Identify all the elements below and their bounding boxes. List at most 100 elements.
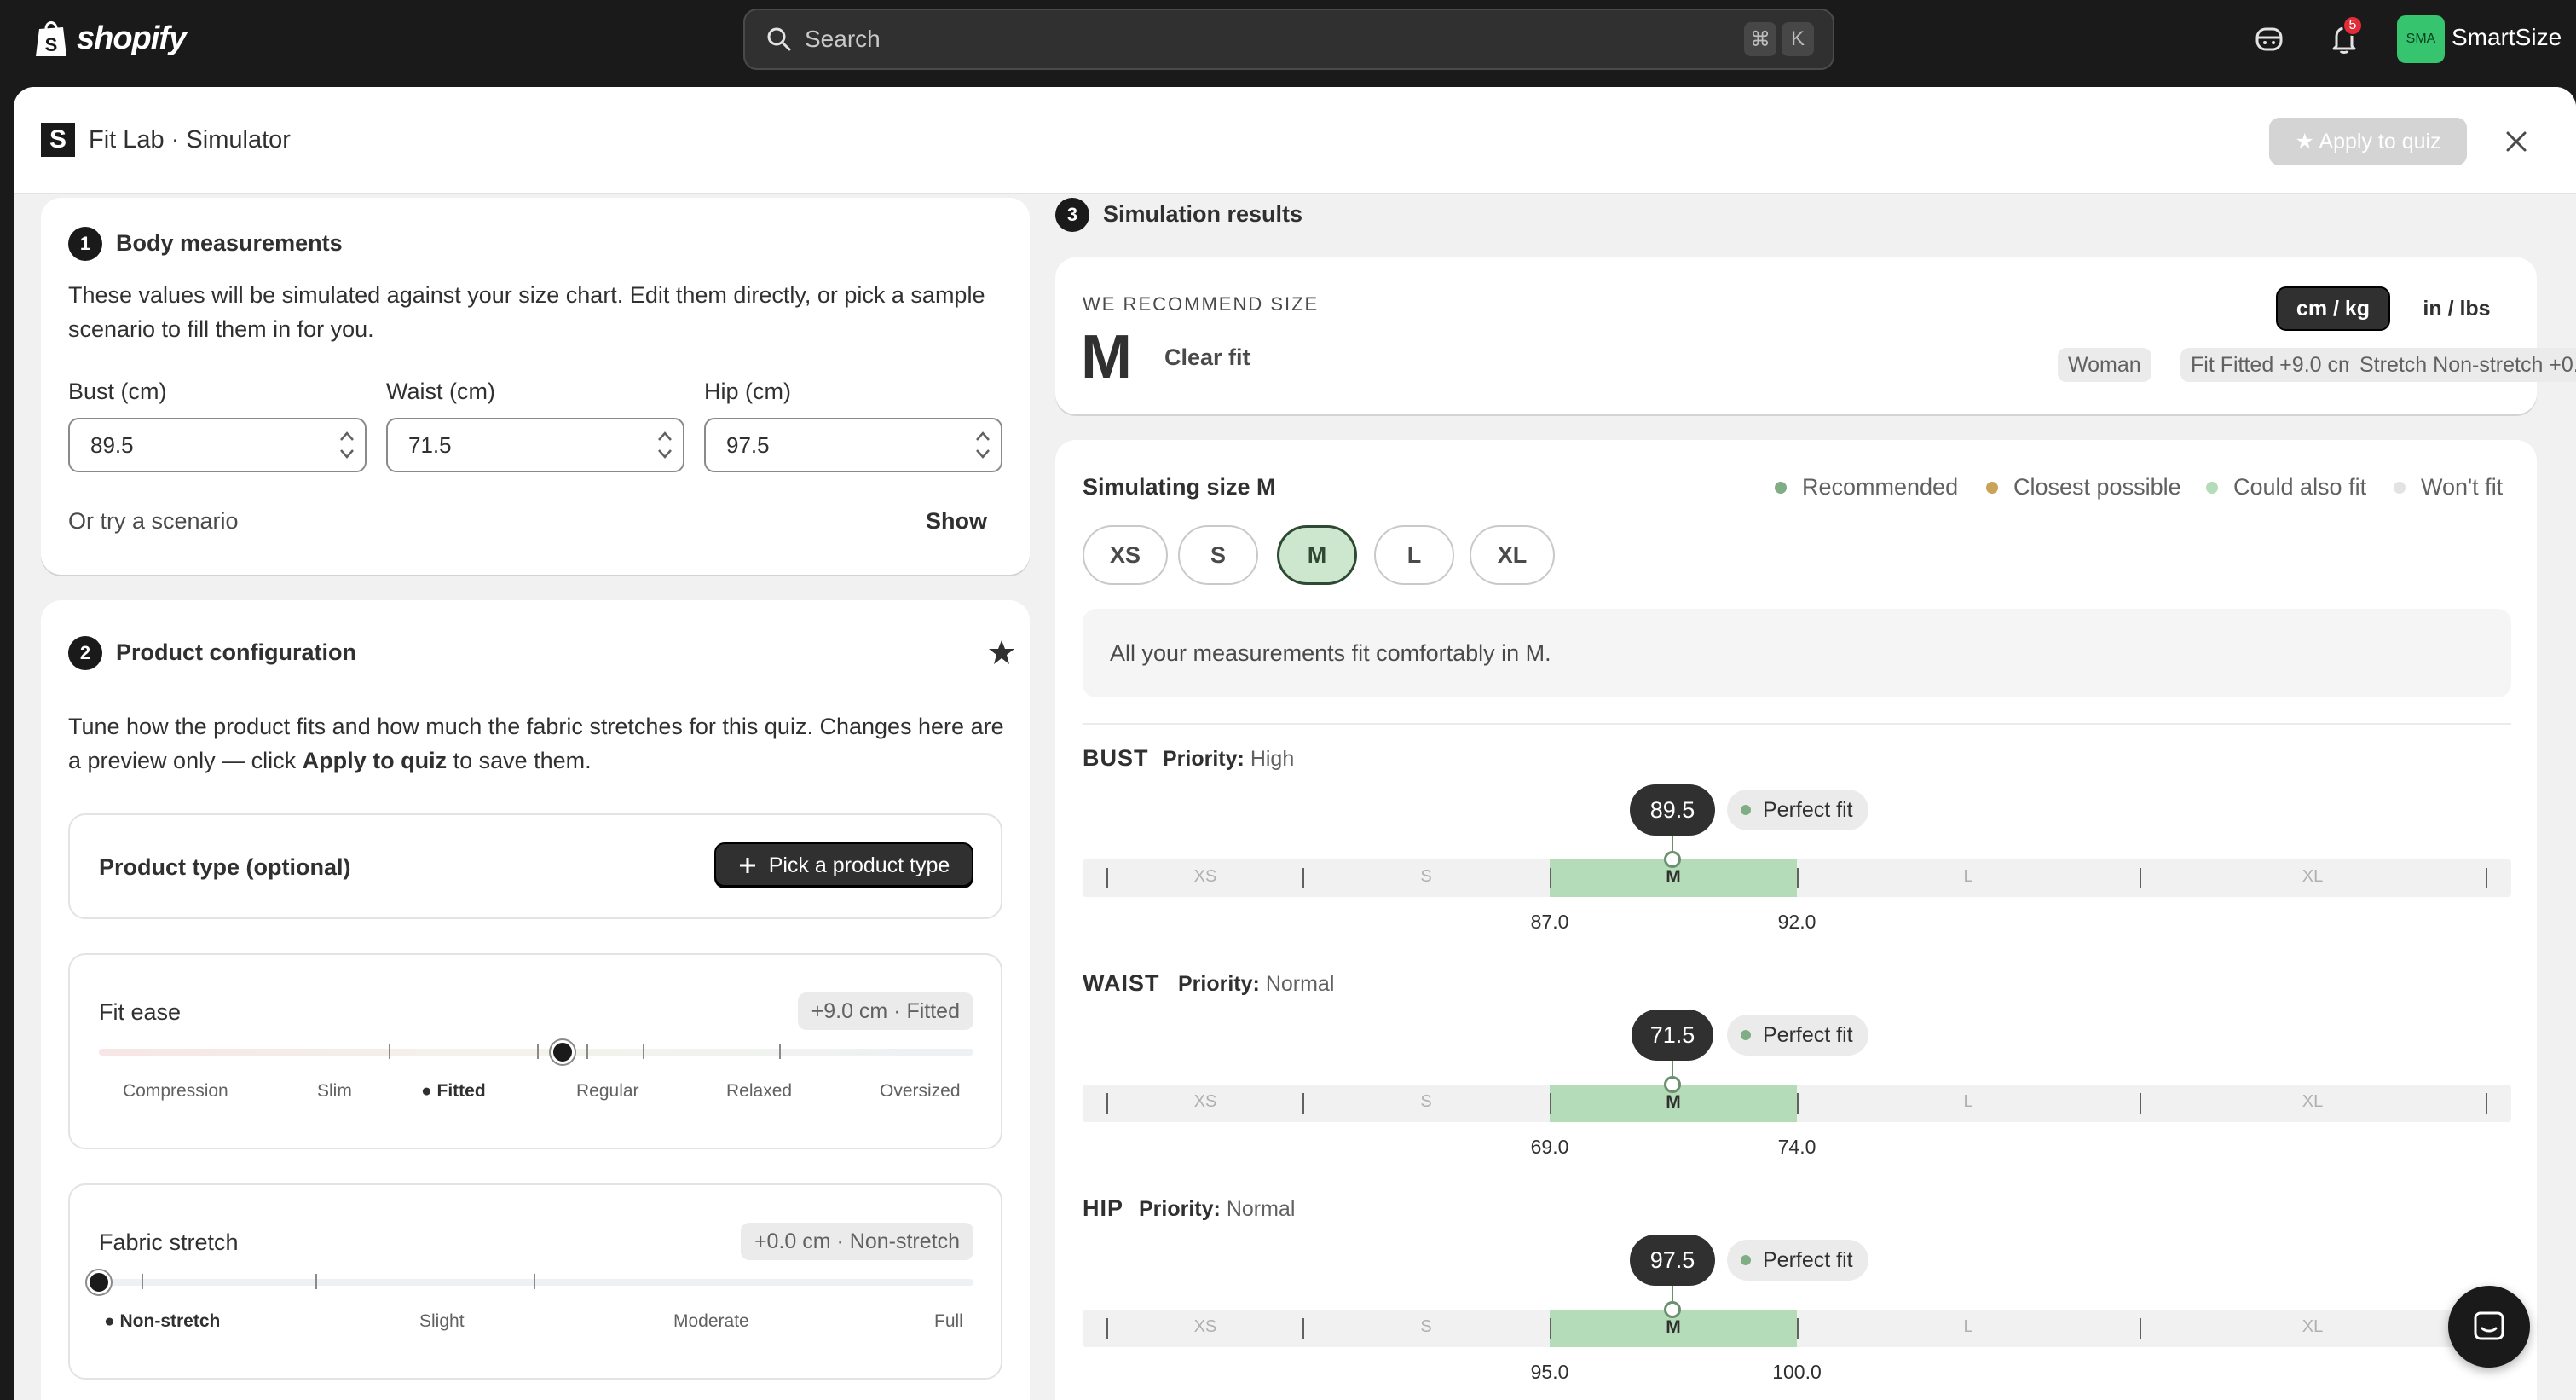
bust-measurement-row: BUST Priority: High 89.5 Perfect fit XS S… [1083,745,2511,950]
stepper-icon[interactable] [334,425,360,466]
results-title: Simulation results [1103,201,1303,227]
fit-status-pill: Perfect fit [1727,790,1868,830]
measurement-marker [1664,851,1681,868]
apply-to-quiz-button[interactable]: ★ Apply to quiz [2269,118,2467,165]
size-button-xs[interactable]: XS [1083,525,1168,585]
fit-label: Clear fit [1164,344,1250,370]
tag-stretch: Stretch Non-stretch +0.0 cm [2349,348,2576,382]
measurement-name: HIP [1083,1195,1124,1221]
section-description: These values will be simulated against y… [68,282,985,342]
hip-value: 97.5 [726,431,770,458]
brand-name: shopify [77,20,187,56]
fit-ease-value-badge: +9.0 cm · Fitted [797,992,973,1030]
fit-label-slim: Slim [317,1081,352,1101]
app-logo-icon: S [41,123,75,157]
close-icon[interactable] [2499,124,2533,159]
search-placeholder: Search [805,26,881,52]
fit-status-pill: Perfect fit [1727,1240,1868,1281]
store-name[interactable]: SmartSize [2452,24,2562,51]
measurement-priority: Priority: High [1163,747,1295,771]
fit-ease-slider-handle[interactable] [550,1040,575,1064]
step-badge: 1 [68,227,102,261]
product-type-label: Product type (optional) [99,854,351,880]
hip-field[interactable]: 97.5 [704,418,1002,472]
pick-product-type-button[interactable]: Pick a product type [714,842,973,888]
fit-label-regular: Regular [576,1081,639,1101]
chat-icon [2474,1311,2504,1340]
size-range-bar: XS S M L XL [1083,1310,2511,1347]
size-button-xl[interactable]: XL [1470,525,1555,585]
svg-text:S: S [45,34,58,55]
sidekick-icon[interactable] [2249,19,2290,60]
shopify-bag-icon: S [36,21,66,56]
measurement-name: WAIST [1083,970,1160,996]
store-avatar[interactable]: SMA [2397,15,2445,63]
product-type-card: Product type (optional) Pick a product t… [68,813,1002,919]
scenario-show-button[interactable]: Show [926,508,987,535]
range-max: 74.0 [1777,1136,1816,1158]
size-simulation-card: Simulating size M Recommended Closest po… [1055,440,2537,1400]
bust-value: 89.5 [90,431,134,458]
size-range-bar: XS S M L XL [1083,859,2511,897]
waist-measurement-row: WAIST Priority: Normal 71.5 Perfect fit … [1083,970,2511,1175]
waist-value: 71.5 [408,431,452,458]
size-button-m[interactable]: M [1277,525,1357,585]
step-badge: 2 [68,636,102,670]
waist-label: Waist (cm) [386,379,495,404]
fabric-stretch-slider-handle[interactable] [87,1270,111,1294]
body-measurements-card: 1 Body measurements These values will be… [41,198,1030,575]
range-min: 69.0 [1530,1136,1569,1158]
section-title: Product configuration [116,639,356,665]
stretch-label-full: Full [934,1311,963,1331]
search-icon [767,27,791,51]
step-badge: 3 [1055,198,1089,232]
simulating-label: Simulating size M [1083,474,1276,500]
fit-label-oversized: Oversized [880,1081,961,1101]
size-button-s[interactable]: S [1178,525,1258,585]
fit-ease-title: Fit ease [99,999,182,1025]
legend-recommended: Recommended [1775,474,1958,500]
plus-icon [739,858,755,873]
stepper-icon[interactable] [652,425,678,466]
measurement-value-bubble: 97.5 [1630,1235,1715,1286]
scenario-label: Or try a scenario [68,508,239,534]
waist-field[interactable]: 71.5 [386,418,684,472]
admin-topbar: S shopify Search ⌘ K 5 SMA SmartSize [0,0,2576,78]
fabric-stretch-title: Fabric stretch [99,1229,239,1255]
search-input[interactable]: Search ⌘ K [743,9,1834,70]
fit-ease-card: Fit ease +9.0 cm · Fitted Compression Sl… [68,953,1002,1149]
measurement-priority: Priority: Normal [1139,1197,1296,1221]
stepper-icon[interactable] [970,425,996,466]
notifications-bell-icon[interactable]: 5 [2324,15,2365,60]
fit-label-relaxed: Relaxed [726,1081,793,1101]
stretch-label-moderate: Moderate [673,1311,749,1331]
star-icon[interactable] [987,638,1016,667]
size-range-bar: XS S M L XL [1083,1085,2511,1122]
fit-status-pill: Perfect fit [1727,1015,1868,1056]
unit-imperial-button[interactable]: in / lbs [2406,286,2508,331]
modal-title: Fit Lab · Simulator [89,126,291,153]
measurement-value-bubble: 89.5 [1630,784,1715,836]
shortcut-k-key: K [1782,22,1814,56]
bust-field[interactable]: 89.5 [68,418,367,472]
size-button-l[interactable]: L [1374,525,1454,585]
shopify-logo[interactable]: S shopify [34,19,187,58]
range-max: 100.0 [1772,1361,1822,1383]
fit-lab-modal: S Fit Lab · Simulator ★ Apply to quiz 1 … [14,87,2576,1400]
measurement-priority: Priority: Normal [1178,972,1335,996]
unit-metric-button[interactable]: cm / kg [2276,286,2390,331]
fabric-stretch-value-badge: +0.0 cm · Non-stretch [740,1223,973,1260]
measurement-value-bubble: 71.5 [1632,1010,1713,1061]
hip-label: Hip (cm) [704,379,791,404]
stretch-label-non-stretch: ● Non-stretch [104,1311,221,1331]
tag-gender: Woman [2058,348,2151,382]
tag-fit: Fit Fitted +9.0 cm [2180,348,2366,382]
legend-closest: Closest possible [1986,474,2181,500]
notification-count-badge: 5 [2342,15,2363,36]
fit-ease-track[interactable] [99,1049,973,1056]
section-description: Tune how the product fits and how much t… [68,714,1004,773]
fit-label-compression: Compression [123,1081,228,1101]
chat-launcher-button[interactable] [2448,1286,2530,1368]
product-configuration-card: 2 Product configuration Tune how the pro… [41,600,1030,1400]
fabric-stretch-track[interactable] [99,1279,973,1286]
